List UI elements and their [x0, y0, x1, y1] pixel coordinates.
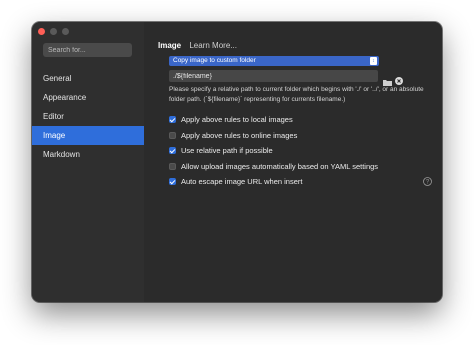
help-icon[interactable]: ?	[423, 173, 432, 191]
checkbox-auto-escape-url[interactable]	[169, 178, 176, 186]
option-label: Allow upload images automatically based …	[181, 161, 379, 171]
preferences-window: General Appearance Editor Image Markdown…	[32, 22, 442, 302]
window-controls	[38, 28, 69, 35]
checkbox-auto-upload-yaml[interactable]	[169, 162, 176, 170]
checkbox-relative-path[interactable]	[169, 147, 176, 155]
option-apply-local[interactable]: Apply above rules to local images	[169, 112, 378, 128]
option-apply-online[interactable]: Apply above rules to online images	[169, 128, 378, 144]
image-action-select[interactable]: Copy image to custom folder ↕	[169, 56, 379, 66]
path-hint-text: Please specify a relative path to curren…	[169, 86, 424, 103]
sidebar-item-appearance[interactable]: Appearance	[32, 88, 144, 107]
option-auto-upload-yaml[interactable]: Allow upload images automatically based …	[169, 159, 378, 175]
close-window-button[interactable]	[38, 28, 45, 35]
minimize-window-button[interactable]	[50, 28, 57, 35]
option-label: Use relative path if possible	[181, 146, 273, 156]
zoom-window-button[interactable]	[62, 28, 69, 35]
option-label: Apply above rules to local images	[181, 115, 293, 125]
image-action-select-value: Copy image to custom folder	[173, 57, 256, 64]
section-header: Image Learn More...	[158, 41, 237, 50]
learn-more-link[interactable]: Learn More...	[189, 41, 237, 50]
sidebar-item-image[interactable]: Image	[32, 126, 144, 145]
sidebar-item-general[interactable]: General	[32, 69, 144, 88]
image-folder-path-input[interactable]	[169, 70, 378, 82]
search-input[interactable]	[43, 43, 132, 57]
option-relative-path[interactable]: Use relative path if possible	[169, 143, 378, 159]
option-label: Apply above rules to online images	[181, 130, 298, 140]
sidebar: General Appearance Editor Image Markdown	[32, 22, 144, 302]
option-auto-escape-url[interactable]: Auto escape image URL when insert	[169, 174, 378, 190]
sidebar-nav: General Appearance Editor Image Markdown	[32, 69, 144, 164]
checkbox-apply-local[interactable]	[169, 116, 176, 124]
image-options-list: Apply above rules to local images Apply …	[169, 112, 378, 190]
chevron-updown-icon: ↕	[370, 57, 377, 65]
option-label: Auto escape image URL when insert	[181, 177, 303, 187]
sidebar-item-editor[interactable]: Editor	[32, 107, 144, 126]
sidebar-item-markdown[interactable]: Markdown	[32, 145, 144, 164]
checkbox-apply-online[interactable]	[169, 131, 176, 139]
section-title: Image	[158, 41, 182, 50]
settings-panel: Image Learn More... Copy image to custom…	[144, 22, 442, 302]
